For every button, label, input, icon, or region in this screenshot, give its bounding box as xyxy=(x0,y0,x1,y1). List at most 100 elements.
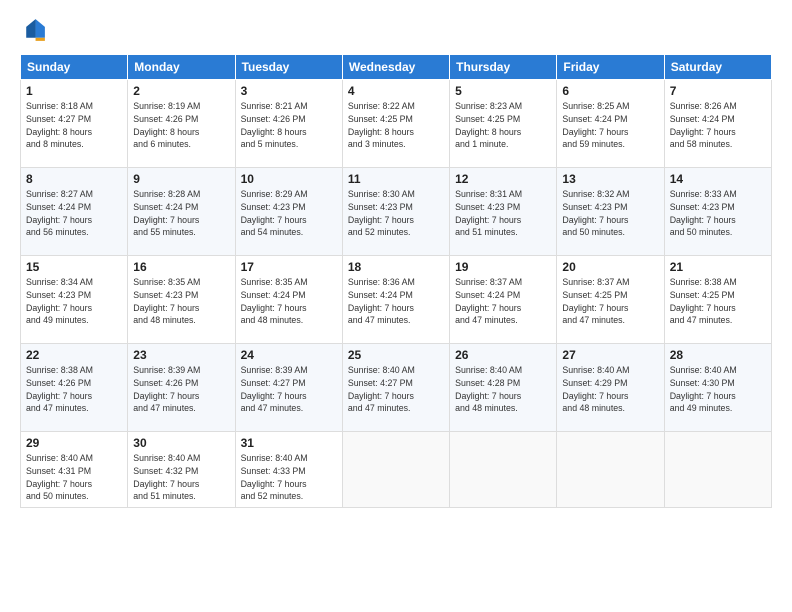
calendar-cell: 11 Sunrise: 8:30 AM Sunset: 4:23 PM Dayli… xyxy=(342,168,449,256)
calendar-week-5: 29 Sunrise: 8:40 AM Sunset: 4:31 PM Dayli… xyxy=(21,432,772,508)
day-info: Sunrise: 8:36 AM Sunset: 4:24 PM Dayligh… xyxy=(348,276,444,327)
day-number: 26 xyxy=(455,348,551,362)
day-info: Sunrise: 8:28 AM Sunset: 4:24 PM Dayligh… xyxy=(133,188,229,239)
day-info: Sunrise: 8:32 AM Sunset: 4:23 PM Dayligh… xyxy=(562,188,658,239)
day-info: Sunrise: 8:19 AM Sunset: 4:26 PM Dayligh… xyxy=(133,100,229,151)
day-number: 3 xyxy=(241,84,337,98)
day-number: 12 xyxy=(455,172,551,186)
day-number: 8 xyxy=(26,172,122,186)
calendar-cell: 20 Sunrise: 8:37 AM Sunset: 4:25 PM Dayli… xyxy=(557,256,664,344)
day-number: 16 xyxy=(133,260,229,274)
dow-header-thursday: Thursday xyxy=(450,55,557,80)
calendar-cell: 16 Sunrise: 8:35 AM Sunset: 4:23 PM Dayli… xyxy=(128,256,235,344)
day-number: 1 xyxy=(26,84,122,98)
calendar-cell xyxy=(557,432,664,508)
day-number: 13 xyxy=(562,172,658,186)
day-number: 28 xyxy=(670,348,766,362)
day-info: Sunrise: 8:25 AM Sunset: 4:24 PM Dayligh… xyxy=(562,100,658,151)
day-number: 5 xyxy=(455,84,551,98)
calendar-cell: 25 Sunrise: 8:40 AM Sunset: 4:27 PM Dayli… xyxy=(342,344,449,432)
calendar-cell: 18Sunrise: 8:36 AM Sunset: 4:24 PM Dayli… xyxy=(342,256,449,344)
day-info: Sunrise: 8:22 AM Sunset: 4:25 PM Dayligh… xyxy=(348,100,444,151)
dow-header-tuesday: Tuesday xyxy=(235,55,342,80)
day-info: Sunrise: 8:21 AM Sunset: 4:26 PM Dayligh… xyxy=(241,100,337,151)
day-info: Sunrise: 8:37 AM Sunset: 4:25 PM Dayligh… xyxy=(562,276,658,327)
day-number: 21 xyxy=(670,260,766,274)
calendar-week-3: 15 Sunrise: 8:34 AM Sunset: 4:23 PM Dayli… xyxy=(21,256,772,344)
calendar-cell: 10 Sunrise: 8:29 AM Sunset: 4:23 PM Dayli… xyxy=(235,168,342,256)
day-number: 30 xyxy=(133,436,229,450)
day-info: Sunrise: 8:35 AM Sunset: 4:24 PM Dayligh… xyxy=(241,276,337,327)
day-info: Sunrise: 8:39 AM Sunset: 4:27 PM Dayligh… xyxy=(241,364,337,415)
day-number: 6 xyxy=(562,84,658,98)
page: SundayMondayTuesdayWednesdayThursdayFrid… xyxy=(0,0,792,612)
calendar-cell: 22 Sunrise: 8:38 AM Sunset: 4:26 PM Dayli… xyxy=(21,344,128,432)
calendar-cell: 29 Sunrise: 8:40 AM Sunset: 4:31 PM Dayli… xyxy=(21,432,128,508)
calendar-cell: 31Sunrise: 8:40 AM Sunset: 4:33 PM Dayli… xyxy=(235,432,342,508)
calendar-cell: 24 Sunrise: 8:39 AM Sunset: 4:27 PM Dayli… xyxy=(235,344,342,432)
day-info: Sunrise: 8:31 AM Sunset: 4:23 PM Dayligh… xyxy=(455,188,551,239)
calendar-cell xyxy=(664,432,771,508)
day-number: 23 xyxy=(133,348,229,362)
day-number: 22 xyxy=(26,348,122,362)
dow-header-sunday: Sunday xyxy=(21,55,128,80)
calendar-cell: 30Sunrise: 8:40 AM Sunset: 4:32 PM Dayli… xyxy=(128,432,235,508)
day-info: Sunrise: 8:35 AM Sunset: 4:23 PM Dayligh… xyxy=(133,276,229,327)
calendar-cell: 13 Sunrise: 8:32 AM Sunset: 4:23 PM Dayli… xyxy=(557,168,664,256)
day-number: 17 xyxy=(241,260,337,274)
day-info: Sunrise: 8:39 AM Sunset: 4:26 PM Dayligh… xyxy=(133,364,229,415)
dow-header-monday: Monday xyxy=(128,55,235,80)
day-info: Sunrise: 8:33 AM Sunset: 4:23 PM Dayligh… xyxy=(670,188,766,239)
calendar-cell: 6 Sunrise: 8:25 AM Sunset: 4:24 PM Daylig… xyxy=(557,80,664,168)
calendar-cell xyxy=(450,432,557,508)
day-info: Sunrise: 8:26 AM Sunset: 4:24 PM Dayligh… xyxy=(670,100,766,151)
day-number: 2 xyxy=(133,84,229,98)
logo xyxy=(20,16,52,44)
calendar-cell: 17 Sunrise: 8:35 AM Sunset: 4:24 PM Dayli… xyxy=(235,256,342,344)
calendar-week-2: 8 Sunrise: 8:27 AM Sunset: 4:24 PM Daylig… xyxy=(21,168,772,256)
day-number: 29 xyxy=(26,436,122,450)
calendar-cell: 27 Sunrise: 8:40 AM Sunset: 4:29 PM Dayli… xyxy=(557,344,664,432)
day-number: 11 xyxy=(348,172,444,186)
calendar-table: SundayMondayTuesdayWednesdayThursdayFrid… xyxy=(20,54,772,508)
calendar-cell: 23 Sunrise: 8:39 AM Sunset: 4:26 PM Dayli… xyxy=(128,344,235,432)
day-info: Sunrise: 8:18 AM Sunset: 4:27 PM Dayligh… xyxy=(26,100,122,151)
day-info: Sunrise: 8:40 AM Sunset: 4:33 PM Dayligh… xyxy=(241,452,337,503)
day-number: 25 xyxy=(348,348,444,362)
calendar-cell: 8 Sunrise: 8:27 AM Sunset: 4:24 PM Daylig… xyxy=(21,168,128,256)
day-info: Sunrise: 8:40 AM Sunset: 4:29 PM Dayligh… xyxy=(562,364,658,415)
day-info: Sunrise: 8:40 AM Sunset: 4:31 PM Dayligh… xyxy=(26,452,122,503)
day-info: Sunrise: 8:34 AM Sunset: 4:23 PM Dayligh… xyxy=(26,276,122,327)
day-info: Sunrise: 8:40 AM Sunset: 4:30 PM Dayligh… xyxy=(670,364,766,415)
calendar-cell: 9 Sunrise: 8:28 AM Sunset: 4:24 PM Daylig… xyxy=(128,168,235,256)
dow-header-wednesday: Wednesday xyxy=(342,55,449,80)
calendar-cell: 19Sunrise: 8:37 AM Sunset: 4:24 PM Dayli… xyxy=(450,256,557,344)
day-info: Sunrise: 8:40 AM Sunset: 4:27 PM Dayligh… xyxy=(348,364,444,415)
calendar-cell: 26Sunrise: 8:40 AM Sunset: 4:28 PM Dayli… xyxy=(450,344,557,432)
day-number: 9 xyxy=(133,172,229,186)
day-info: Sunrise: 8:38 AM Sunset: 4:26 PM Dayligh… xyxy=(26,364,122,415)
day-number: 15 xyxy=(26,260,122,274)
calendar-cell: 3 Sunrise: 8:21 AM Sunset: 4:26 PM Daylig… xyxy=(235,80,342,168)
header xyxy=(20,16,772,44)
calendar-cell: 4Sunrise: 8:22 AM Sunset: 4:25 PM Daylig… xyxy=(342,80,449,168)
calendar-cell: 15 Sunrise: 8:34 AM Sunset: 4:23 PM Dayli… xyxy=(21,256,128,344)
day-info: Sunrise: 8:27 AM Sunset: 4:24 PM Dayligh… xyxy=(26,188,122,239)
day-number: 20 xyxy=(562,260,658,274)
calendar-cell: 2 Sunrise: 8:19 AM Sunset: 4:26 PM Daylig… xyxy=(128,80,235,168)
day-number: 27 xyxy=(562,348,658,362)
day-info: Sunrise: 8:37 AM Sunset: 4:24 PM Dayligh… xyxy=(455,276,551,327)
calendar-cell: 21Sunrise: 8:38 AM Sunset: 4:25 PM Dayli… xyxy=(664,256,771,344)
day-info: Sunrise: 8:29 AM Sunset: 4:23 PM Dayligh… xyxy=(241,188,337,239)
days-of-week-row: SundayMondayTuesdayWednesdayThursdayFrid… xyxy=(21,55,772,80)
day-number: 14 xyxy=(670,172,766,186)
dow-header-friday: Friday xyxy=(557,55,664,80)
calendar-cell: 5Sunrise: 8:23 AM Sunset: 4:25 PM Daylig… xyxy=(450,80,557,168)
day-number: 10 xyxy=(241,172,337,186)
calendar-cell: 1 Sunrise: 8:18 AM Sunset: 4:27 PM Daylig… xyxy=(21,80,128,168)
calendar-body: 1 Sunrise: 8:18 AM Sunset: 4:27 PM Daylig… xyxy=(21,80,772,508)
calendar-week-1: 1 Sunrise: 8:18 AM Sunset: 4:27 PM Daylig… xyxy=(21,80,772,168)
calendar-cell: 7Sunrise: 8:26 AM Sunset: 4:24 PM Daylig… xyxy=(664,80,771,168)
day-number: 24 xyxy=(241,348,337,362)
day-info: Sunrise: 8:30 AM Sunset: 4:23 PM Dayligh… xyxy=(348,188,444,239)
